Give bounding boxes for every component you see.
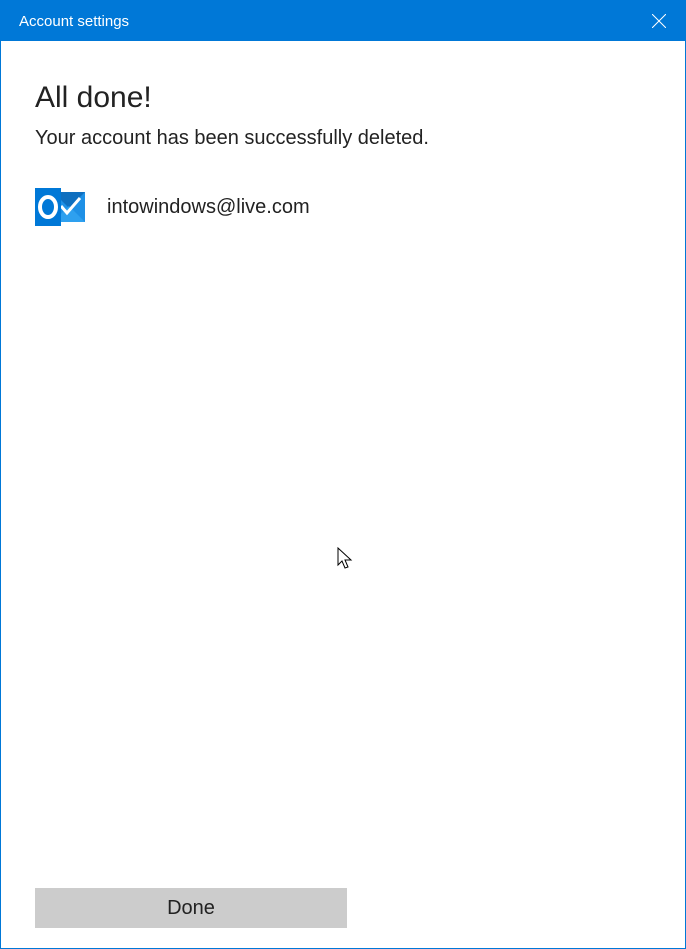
- close-button[interactable]: [633, 1, 685, 41]
- cursor-icon: [337, 547, 355, 571]
- account-email: intowindows@live.com: [107, 196, 310, 219]
- outlook-icon: [35, 186, 85, 228]
- page-heading: All done!: [35, 81, 651, 115]
- page-subtext: Your account has been successfully delet…: [35, 127, 651, 150]
- window-title: Account settings: [19, 13, 129, 30]
- account-row: intowindows@live.com: [35, 186, 651, 228]
- footer: Done: [35, 888, 347, 928]
- close-icon: [652, 14, 666, 28]
- content-area: All done! Your account has been successf…: [1, 41, 685, 228]
- titlebar: Account settings: [1, 1, 685, 41]
- done-button[interactable]: Done: [35, 888, 347, 928]
